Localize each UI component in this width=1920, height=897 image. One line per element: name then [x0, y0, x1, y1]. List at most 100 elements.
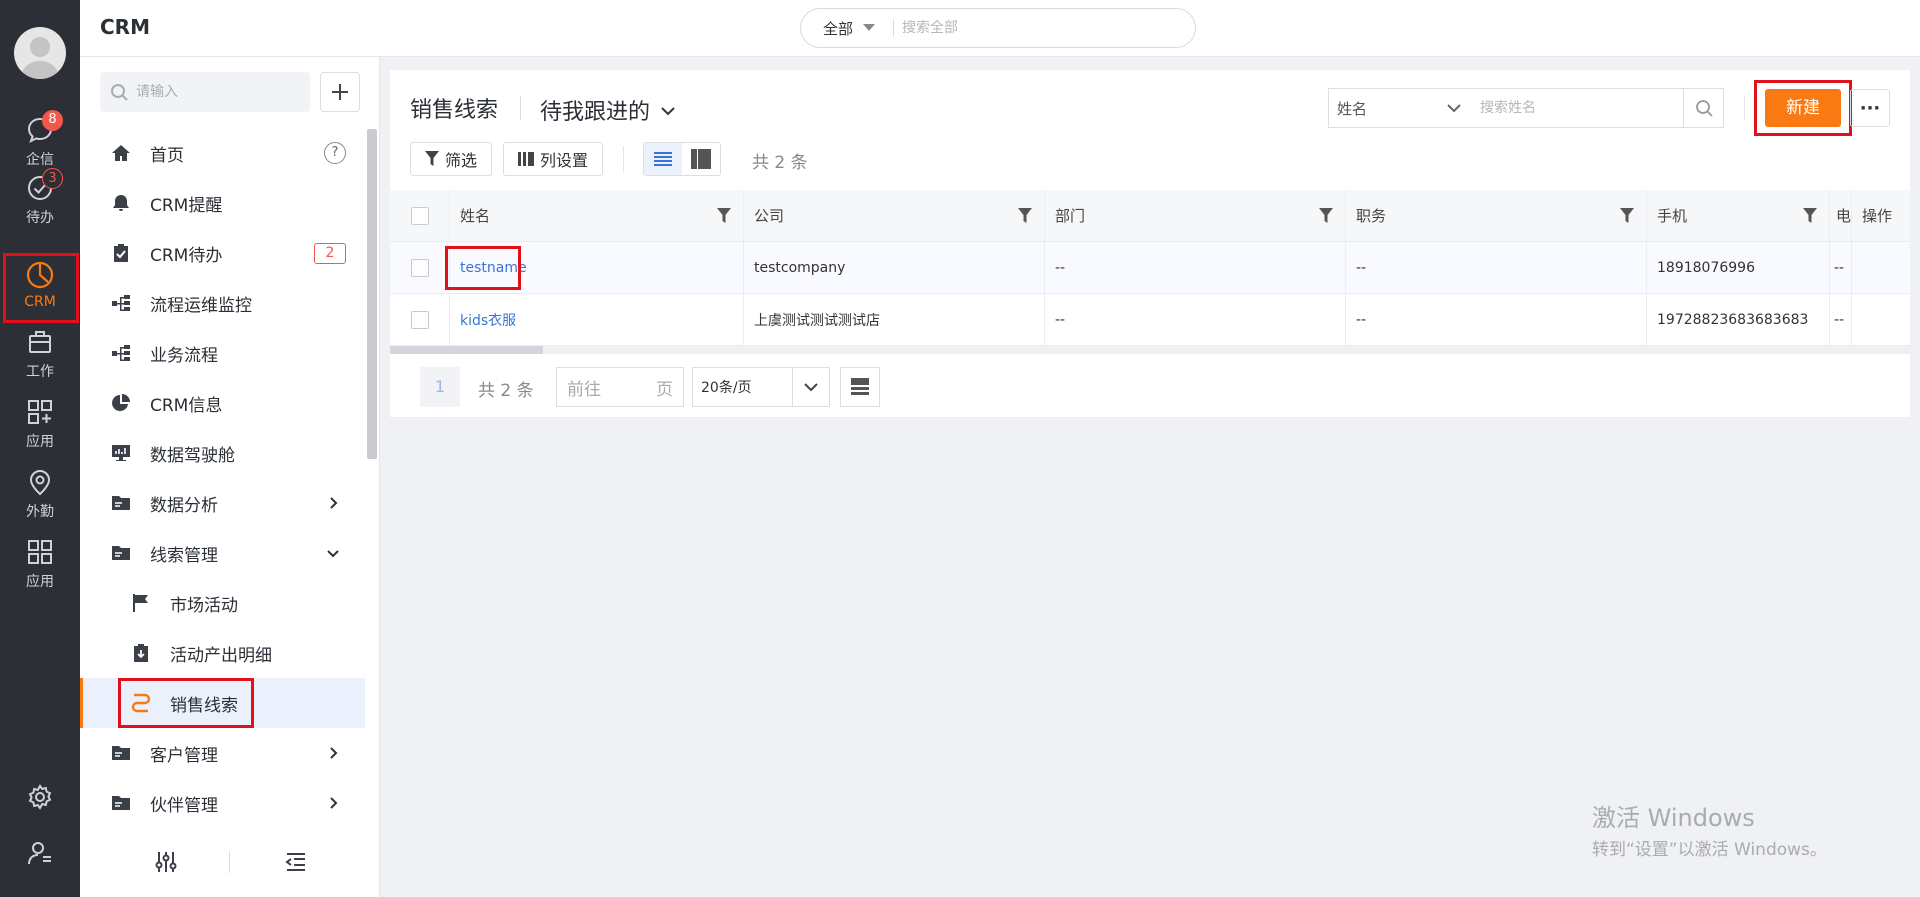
column-header-tel[interactable]: 电 [1830, 190, 1852, 241]
column-header-name[interactable]: 姓名 [450, 190, 744, 241]
sidebar-item-lead-mgmt[interactable]: 线索管理 [80, 528, 365, 578]
sidebar-item-crm-todo[interactable]: CRM待办 2 [80, 228, 365, 278]
row-checkbox[interactable] [390, 294, 450, 345]
avatar[interactable] [14, 27, 66, 79]
sidebar-item-marketing[interactable]: 市场活动 [80, 578, 365, 628]
rail-item-field[interactable]: 外勤 [0, 460, 80, 526]
top-header: CRM 全部 [80, 0, 1920, 57]
column-header-mobile[interactable]: 手机 [1647, 190, 1830, 241]
chevron-down-icon [1447, 104, 1461, 113]
mobile-cell: 18918076996 [1647, 242, 1830, 293]
sidebar-item-crm-info[interactable]: CRM信息 [80, 378, 365, 428]
list-view-icon[interactable] [644, 143, 682, 175]
nav-search-input[interactable] [136, 84, 296, 100]
lead-name-link[interactable]: kids衣服 [450, 294, 744, 345]
more-button[interactable]: ··· [1850, 89, 1890, 127]
sidebar-item-business-flow[interactable]: 业务流程 [80, 328, 365, 378]
name-search-input[interactable] [1480, 100, 1680, 116]
page-goto-input[interactable]: 前往 页 [556, 367, 684, 407]
sidebar-item-flow-monitor[interactable]: 流程运维监控 [80, 278, 365, 328]
title-cell: -- [1346, 294, 1647, 345]
dept-cell: -- [1045, 294, 1346, 345]
sidebar-item-partner-mgmt[interactable]: 伙伴管理 [80, 778, 365, 828]
rail-item-work[interactable]: 工作 [0, 320, 80, 386]
sidebar-item-crm-reminder[interactable]: CRM提醒 [80, 178, 365, 228]
sidebar-item-activity-output[interactable]: 活动产出明细 [80, 628, 365, 678]
todo-count-badge: 2 [314, 242, 346, 264]
flow-icon [110, 342, 132, 364]
actions-cell[interactable] [1852, 242, 1910, 293]
column-header-dept[interactable]: 部门 [1045, 190, 1346, 241]
folder-icon [110, 792, 132, 814]
home-icon [110, 142, 132, 164]
divider [520, 96, 521, 120]
global-search[interactable]: 全部 [800, 8, 1196, 48]
sidebar-scrollbar[interactable] [367, 129, 377, 459]
location-pin-icon [24, 466, 56, 498]
folder-icon [110, 492, 132, 514]
view-selector[interactable]: 待我跟进的 [540, 94, 676, 126]
rail-item-todo[interactable]: 待办 3 [0, 166, 80, 232]
chevron-right-icon [330, 747, 338, 759]
select-all-checkbox[interactable] [390, 190, 450, 241]
folder-icon [110, 542, 132, 564]
lead-name-link[interactable]: testname [450, 242, 744, 293]
global-search-input[interactable] [902, 20, 1153, 36]
rail-item-crm[interactable]: CRM [0, 251, 80, 323]
scrollbar-thumb[interactable] [390, 346, 543, 354]
chevron-down-icon [791, 368, 829, 406]
new-button[interactable]: 新建 [1765, 89, 1841, 127]
divider [623, 146, 624, 172]
search-icon [1695, 100, 1713, 117]
filter-icon[interactable] [1803, 207, 1817, 224]
actions-cell[interactable] [1852, 294, 1910, 345]
tel-cell: -- [1830, 242, 1852, 293]
pie-icon [110, 392, 132, 414]
table-header-row: 姓名 公司 部门 职务 手机 电 操作 [390, 190, 1910, 242]
sliders-icon[interactable] [154, 850, 178, 874]
monitor-icon [110, 442, 132, 464]
pie-clock-icon [24, 259, 56, 291]
sidebar-item-data-cockpit[interactable]: 数据驾驶舱 [80, 428, 365, 478]
title-cell: -- [1346, 242, 1647, 293]
table-horizontal-scrollbar[interactable] [390, 346, 1910, 354]
table-row[interactable]: kids衣服 上虞测试测试测试店 -- -- 19728823683683683… [390, 294, 1910, 346]
table-row[interactable]: testname testcompany -- -- 18918076996 -… [390, 242, 1910, 294]
chevron-down-icon [327, 550, 339, 558]
mobile-cell: 19728823683683683 [1647, 294, 1830, 345]
sidebar-item-data-analysis[interactable]: 数据分析 [80, 478, 365, 528]
filter-icon[interactable] [717, 207, 731, 224]
settings-icon[interactable] [0, 784, 80, 810]
sidebar-item-customer-mgmt[interactable]: 客户管理 [80, 728, 365, 778]
page-number[interactable]: 1 [420, 367, 460, 407]
page-size-select[interactable]: 20条/页 [692, 367, 830, 407]
sidebar-item-home[interactable]: 首页 ? [80, 128, 365, 178]
column-settings-button[interactable]: 列设置 [503, 142, 603, 176]
filter-icon[interactable] [1620, 207, 1634, 224]
density-icon[interactable] [840, 367, 880, 407]
nav-search[interactable] [100, 72, 310, 112]
search-scope-select[interactable]: 全部 [823, 18, 876, 39]
rail-item-qixin[interactable]: 企信 8 [0, 108, 80, 174]
column-header-title[interactable]: 职务 [1346, 190, 1647, 241]
sidebar-item-sales-leads[interactable]: 销售线索 [80, 678, 365, 728]
app-title: CRM [100, 15, 150, 39]
rail-item-apps[interactable]: 应用 [0, 390, 80, 456]
search-field-select[interactable]: 姓名 [1329, 98, 1474, 119]
card-view-icon[interactable] [682, 143, 720, 175]
pager-total: 共 2 条 [478, 381, 534, 401]
name-search[interactable]: 姓名 [1328, 88, 1724, 128]
search-button[interactable] [1683, 89, 1723, 127]
filter-button[interactable]: 筛选 [410, 142, 492, 176]
filter-icon[interactable] [1319, 207, 1333, 224]
company-cell: 上虞测试测试测试店 [744, 294, 1045, 345]
row-checkbox[interactable] [390, 242, 450, 293]
filter-icon[interactable] [1018, 207, 1032, 224]
view-toggle[interactable] [643, 142, 721, 176]
help-icon[interactable]: ? [324, 142, 346, 164]
user-settings-icon[interactable] [0, 840, 80, 866]
column-header-company[interactable]: 公司 [744, 190, 1045, 241]
collapse-menu-icon[interactable] [284, 850, 308, 874]
add-button[interactable] [320, 72, 360, 112]
rail-item-apps-grid[interactable]: 应用 [0, 530, 80, 596]
